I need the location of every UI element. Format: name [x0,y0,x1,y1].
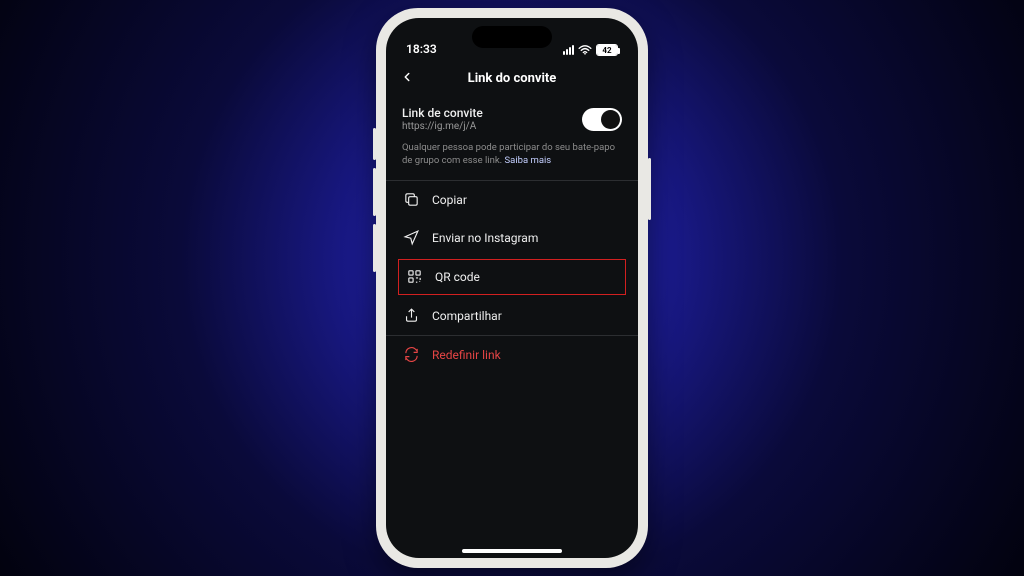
status-time: 18:33 [406,42,437,56]
reset-icon [402,346,420,364]
menu-qr[interactable]: QR code [398,259,626,295]
stage-background: 18:33 42 Link do convite Link de convite [0,0,1024,576]
dynamic-island [472,26,552,48]
menu-reset[interactable]: Redefinir link [386,336,638,374]
menu-reset-label: Redefinir link [432,348,501,362]
send-icon [402,229,420,247]
invite-link-label: Link de convite [402,106,483,120]
battery-level: 42 [597,45,617,55]
menu-send-label: Enviar no Instagram [432,231,538,245]
cellular-icon [563,45,574,55]
menu-share-label: Compartilhar [432,309,502,323]
menu-copy[interactable]: Copiar [386,181,638,219]
menu-share[interactable]: Compartilhar [386,297,638,335]
invite-link-toggle[interactable] [582,108,622,131]
learn-more-link[interactable]: Saiba mais [505,155,552,166]
battery-icon: 42 [596,44,618,56]
phone-frame: 18:33 42 Link do convite Link de convite [376,8,648,568]
back-button[interactable] [386,69,428,88]
nav-header: Link do convite [386,58,638,98]
phone-screen: 18:33 42 Link do convite Link de convite [386,18,638,558]
menu-send[interactable]: Enviar no Instagram [386,219,638,257]
share-icon [402,307,420,325]
home-indicator[interactable] [462,549,562,553]
menu-qr-label: QR code [435,270,480,284]
invite-description: Qualquer pessoa pode participar do seu b… [386,138,638,180]
invite-link-row: Link de convite https://ig.me/j/A [386,98,638,138]
qr-icon [405,268,423,286]
menu-copy-label: Copiar [432,193,467,207]
copy-icon [402,191,420,209]
invite-link-url: https://ig.me/j/A [402,121,483,132]
wifi-icon [578,45,592,55]
